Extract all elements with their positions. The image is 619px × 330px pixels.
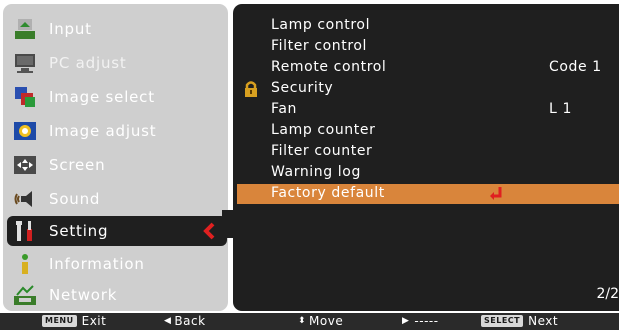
- option-fan[interactable]: Fan L 1: [233, 100, 619, 120]
- option-warning-log[interactable]: Warning log: [233, 163, 619, 183]
- main-menu: Input PC adjust Image select Image adjus…: [3, 4, 228, 311]
- option-label: Filter control: [271, 38, 368, 54]
- menu-key-badge: MENU: [42, 315, 77, 327]
- menu-item-setting[interactable]: Setting: [7, 216, 227, 246]
- menu-label: PC adjust: [49, 54, 127, 72]
- move-hint[interactable]: ⬍ Move: [298, 314, 343, 328]
- menu-item-information[interactable]: Information: [7, 249, 228, 279]
- submenu-panel: Lamp control Filter control Remote contr…: [233, 4, 619, 311]
- option-filter-counter[interactable]: Filter counter: [233, 142, 619, 162]
- menu-item-network[interactable]: Network: [7, 280, 228, 310]
- sound-icon: [13, 187, 37, 211]
- projector-osd: Input PC adjust Image select Image adjus…: [0, 0, 619, 330]
- option-label: Lamp counter: [271, 122, 376, 138]
- menu-label: Network: [49, 286, 118, 304]
- key-guide-bar: MENU Exit ◀ Back ⬍ Move ▶ ----- SELECT N…: [0, 313, 619, 330]
- menu-label: Image adjust: [49, 122, 157, 140]
- network-icon: [13, 283, 37, 307]
- next-hint[interactable]: SELECT Next: [481, 314, 558, 328]
- menu-item-input[interactable]: Input: [7, 14, 228, 44]
- option-factory-default[interactable]: Factory default: [237, 184, 619, 204]
- back-hint[interactable]: ◀ Back: [164, 314, 206, 328]
- input-icon: [13, 17, 37, 41]
- menu-label: Image select: [49, 88, 155, 106]
- menu-label: Sound: [49, 190, 101, 208]
- pc-adjust-icon: [13, 51, 37, 75]
- option-label: Warning log: [271, 164, 361, 180]
- image-select-icon: [13, 85, 37, 109]
- option-lamp-control[interactable]: Lamp control: [233, 16, 619, 36]
- menu-item-pc-adjust[interactable]: PC adjust: [7, 48, 228, 78]
- right-value: -----: [414, 314, 439, 328]
- select-key-badge: SELECT: [481, 315, 524, 327]
- page-indicator: 2/2: [596, 286, 619, 302]
- menu-item-image-adjust[interactable]: Image adjust: [7, 116, 228, 146]
- option-value: Code 1: [549, 59, 602, 75]
- enter-arrow-icon: [489, 186, 503, 204]
- option-label: Lamp control: [271, 17, 371, 33]
- exit-label: Exit: [81, 314, 107, 328]
- menu-label: Setting: [49, 222, 109, 240]
- right-arrow-icon: ▶: [402, 316, 410, 326]
- menu-label: Information: [49, 255, 145, 273]
- option-label: Security: [271, 80, 334, 96]
- screen-icon: [13, 153, 37, 177]
- option-label: Factory default: [271, 185, 385, 201]
- option-lamp-counter[interactable]: Lamp counter: [233, 121, 619, 141]
- menu-label: Input: [49, 20, 92, 38]
- move-label: Move: [309, 314, 344, 328]
- lock-icon: [243, 80, 259, 102]
- option-label: Filter counter: [271, 143, 373, 159]
- setting-icon: [13, 219, 37, 243]
- option-value: L 1: [549, 101, 572, 117]
- option-label: Fan: [271, 101, 298, 117]
- menu-item-image-select[interactable]: Image select: [7, 82, 228, 112]
- information-icon: [13, 252, 37, 276]
- exit-hint[interactable]: MENU Exit: [42, 314, 106, 328]
- right-hint[interactable]: ▶ -----: [402, 314, 439, 328]
- menu-item-screen[interactable]: Screen: [7, 150, 228, 180]
- menu-label: Screen: [49, 156, 106, 174]
- next-label: Next: [528, 314, 559, 328]
- up-down-arrow-icon: ⬍: [298, 316, 307, 326]
- back-label: Back: [174, 314, 206, 328]
- selection-arrow-icon: [201, 221, 217, 245]
- option-remote-control[interactable]: Remote control Code 1: [233, 58, 619, 78]
- option-filter-control[interactable]: Filter control: [233, 37, 619, 57]
- option-label: Remote control: [271, 59, 387, 75]
- menu-item-sound[interactable]: Sound: [7, 184, 228, 214]
- image-adjust-icon: [13, 119, 37, 143]
- option-security[interactable]: Security: [233, 79, 619, 99]
- left-arrow-icon: ◀: [164, 316, 172, 326]
